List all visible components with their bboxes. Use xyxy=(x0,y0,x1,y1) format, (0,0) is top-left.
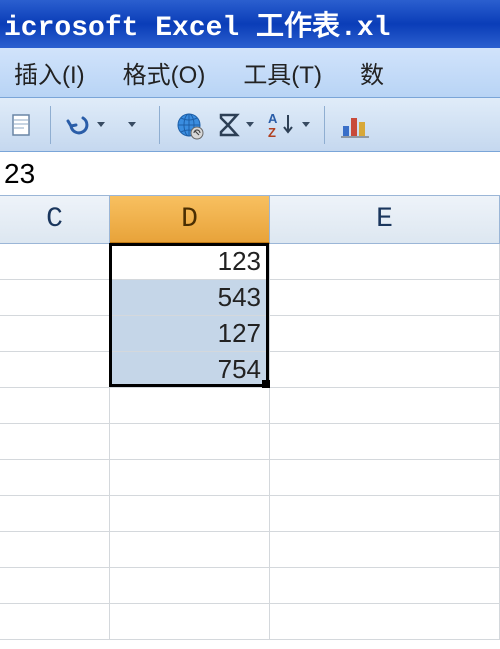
table-row: 543 xyxy=(0,280,500,316)
menu-data[interactable]: 数 xyxy=(350,51,394,94)
cell[interactable] xyxy=(110,568,270,604)
menu-tools[interactable]: 工具(T) xyxy=(233,51,332,94)
cell[interactable] xyxy=(110,532,270,568)
table-row xyxy=(0,424,500,460)
cell[interactable] xyxy=(270,352,500,388)
cell[interactable] xyxy=(270,424,500,460)
cell[interactable] xyxy=(0,460,110,496)
sort-button[interactable]: A Z xyxy=(264,105,312,145)
menu-format[interactable]: 格式(O) xyxy=(113,51,216,94)
title-bar: icrosoft Excel 工作表.xl xyxy=(0,0,500,48)
column-header-c[interactable]: C xyxy=(0,196,110,244)
cell[interactable] xyxy=(0,316,110,352)
cell[interactable] xyxy=(0,244,110,280)
dropdown-arrow-icon xyxy=(128,122,136,127)
cell[interactable] xyxy=(270,316,500,352)
spreadsheet-grid: C D E 123 543 127 754 xyxy=(0,196,500,640)
chart-button[interactable] xyxy=(337,105,375,145)
table-row xyxy=(0,532,500,568)
cell[interactable] xyxy=(0,424,110,460)
toolbar-separator xyxy=(324,106,325,144)
dropdown-arrow-icon xyxy=(246,122,254,127)
formula-value: 23 xyxy=(4,158,35,190)
column-header-d[interactable]: D xyxy=(110,196,270,244)
dropdown-arrow-icon xyxy=(302,122,310,127)
autosum-button[interactable] xyxy=(214,105,256,145)
cell[interactable] xyxy=(0,280,110,316)
svg-text:A: A xyxy=(268,111,278,126)
hyperlink-button[interactable] xyxy=(172,105,206,145)
title-text: icrosoft Excel 工作表.xl xyxy=(4,4,390,44)
table-row xyxy=(0,388,500,424)
menu-bar: 插入(I) 格式(O) 工具(T) 数 xyxy=(0,48,500,98)
column-header-e[interactable]: E xyxy=(270,196,500,244)
cell[interactable] xyxy=(110,424,270,460)
cell[interactable]: 754 xyxy=(110,352,270,388)
table-row xyxy=(0,460,500,496)
cell[interactable] xyxy=(270,280,500,316)
cell[interactable] xyxy=(270,604,500,640)
cell[interactable]: 123 xyxy=(110,244,270,280)
table-row: 754 xyxy=(0,352,500,388)
cell[interactable] xyxy=(0,532,110,568)
undo-button[interactable] xyxy=(63,105,107,145)
cell[interactable] xyxy=(270,460,500,496)
table-row: 123 xyxy=(0,244,500,280)
table-row: 127 xyxy=(0,316,500,352)
table-row xyxy=(0,568,500,604)
cell[interactable] xyxy=(0,604,110,640)
dropdown-arrow-icon xyxy=(97,122,105,127)
table-row xyxy=(0,496,500,532)
toolbar-separator xyxy=(50,106,51,144)
cell[interactable] xyxy=(270,388,500,424)
cell[interactable] xyxy=(270,244,500,280)
cell[interactable] xyxy=(110,388,270,424)
cell[interactable]: 543 xyxy=(110,280,270,316)
toolbar-separator xyxy=(159,106,160,144)
toolbar-button[interactable] xyxy=(6,105,38,145)
cell[interactable] xyxy=(0,568,110,604)
menu-insert[interactable]: 插入(I) xyxy=(4,51,95,94)
cell[interactable] xyxy=(270,532,500,568)
formula-bar[interactable]: 23 xyxy=(0,152,500,196)
cell[interactable] xyxy=(110,496,270,532)
cell[interactable] xyxy=(270,496,500,532)
cell[interactable] xyxy=(0,388,110,424)
cell[interactable] xyxy=(0,496,110,532)
table-row xyxy=(0,604,500,640)
toolbar: A Z xyxy=(0,98,500,152)
redo-dropdown-arrow[interactable] xyxy=(115,105,147,145)
svg-text:Z: Z xyxy=(268,125,276,140)
column-headers: C D E xyxy=(0,196,500,244)
cell[interactable]: 127 xyxy=(110,316,270,352)
cell[interactable] xyxy=(110,460,270,496)
cell[interactable] xyxy=(270,568,500,604)
cell[interactable] xyxy=(0,352,110,388)
cell[interactable] xyxy=(110,604,270,640)
